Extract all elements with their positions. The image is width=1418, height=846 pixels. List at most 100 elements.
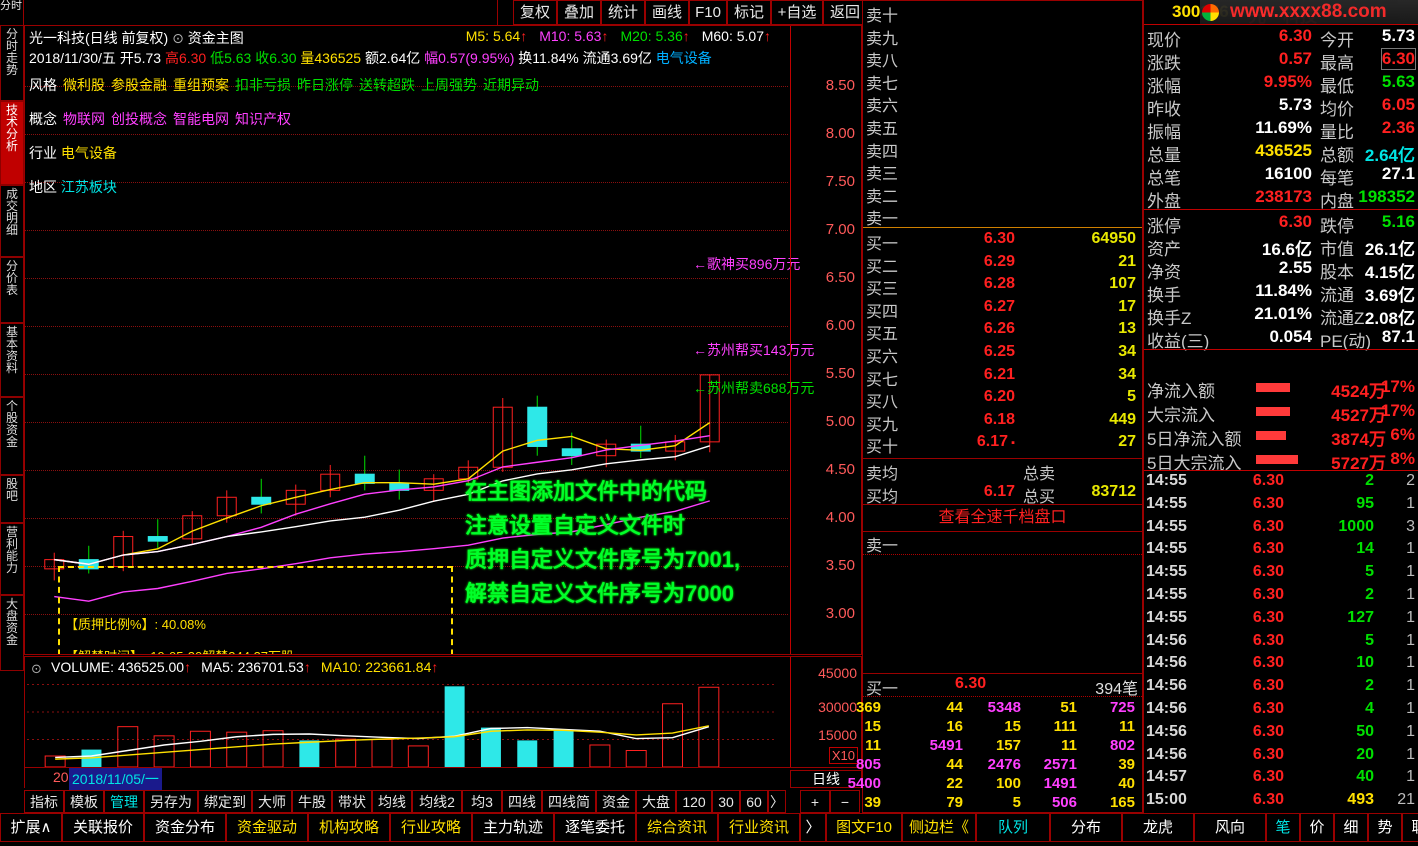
- nav-button-图文F10[interactable]: 图文F10: [826, 813, 902, 842]
- indicator-button-资金[interactable]: 资金: [596, 790, 636, 813]
- nav-button-队列[interactable]: 队列: [976, 813, 1050, 842]
- queue-label: 买一: [866, 681, 899, 698]
- quote-low: 低5.63: [210, 50, 256, 66]
- fundamental-row-资产: 资产 16.6亿 市值 26.1亿: [1144, 234, 1418, 259]
- indicator-button-均线2[interactable]: 均线2: [412, 790, 462, 813]
- indicator-button-绑定到[interactable]: 绑定到: [198, 790, 252, 813]
- tool-button-统计[interactable]: 统计: [601, 0, 645, 25]
- fund-val-4a: 21.01%: [1254, 304, 1312, 323]
- indicator-button-模板[interactable]: 模板: [64, 790, 104, 813]
- concept-tag-2[interactable]: 智能电网: [173, 111, 229, 127]
- sidebar-tab-2[interactable]: 成交明细: [0, 185, 24, 257]
- topbar-left-tab[interactable]: 分时: [0, 0, 22, 25]
- ma-arrow-icon-2: ↑: [682, 28, 690, 44]
- style-tag-2[interactable]: 重组预案: [173, 77, 229, 93]
- sidebar-tab-8[interactable]: 大盘资金: [0, 595, 24, 671]
- concept-tag-3[interactable]: 知识产权: [235, 111, 291, 127]
- tool-button-F10[interactable]: F10: [689, 0, 727, 25]
- indicator-button-30[interactable]: 30: [712, 790, 740, 813]
- tool-button-画线[interactable]: 画线: [645, 0, 689, 25]
- industry-value[interactable]: 电气设备: [61, 145, 117, 161]
- region-value[interactable]: 江苏板块: [61, 179, 117, 195]
- nav-button-风向[interactable]: 风向: [1194, 813, 1266, 842]
- concept-tag-1[interactable]: 创投概念: [111, 111, 167, 127]
- tick-time-3: 14:55: [1146, 540, 1187, 558]
- sidebar-tab-4[interactable]: 基本资料: [0, 323, 24, 397]
- nav-button-侧边栏《[interactable]: 侧边栏《: [902, 813, 976, 842]
- tool-button-复权[interactable]: 复权: [513, 0, 557, 25]
- nav-button-综合资讯[interactable]: 综合资讯: [636, 813, 718, 842]
- style-tag-0[interactable]: 微利股: [63, 77, 105, 93]
- quote-val-6a: 16100: [1264, 164, 1312, 183]
- sidebar-tab-3[interactable]: 分价表: [0, 257, 24, 323]
- sidebar-tab-1[interactable]: 技术分析: [0, 101, 24, 185]
- main-price-chart[interactable]: 光一科技(日线 前复权) ⊙ 资金主图 M5: 5.64↑ M10: 5.63↑ M…: [24, 25, 862, 655]
- indicator-button-大盘[interactable]: 大盘: [636, 790, 676, 813]
- flow-pct-1: 17%: [1380, 401, 1415, 420]
- style-tag-1[interactable]: 参股金融: [111, 77, 167, 93]
- style-tag-3[interactable]: 扣非亏损: [235, 77, 291, 93]
- indicator-button-四线简[interactable]: 四线简: [542, 790, 596, 813]
- nav-button-资金分布[interactable]: 资金分布: [144, 813, 226, 842]
- nav-button-关联报价[interactable]: 关联报价: [62, 813, 144, 842]
- nav-button-主力轨迹[interactable]: 主力轨迹: [472, 813, 554, 842]
- nav-button-价[interactable]: 价: [1300, 813, 1334, 842]
- tool-button-叠加[interactable]: 叠加: [557, 0, 601, 25]
- style-tag-7[interactable]: 近期异动: [483, 77, 539, 93]
- tick-trade-table: 14:55 6.30 2 2 14:55 6.30 95 1 14:55 6.30 …: [1144, 470, 1418, 813]
- tool-button-返回[interactable]: 返回: [823, 0, 867, 25]
- indicator-button-另存为[interactable]: 另存为: [144, 790, 198, 813]
- tool-button-+自选[interactable]: +自选: [771, 0, 823, 25]
- concept-tag-0[interactable]: 物联网: [63, 111, 105, 127]
- quote-row-涨跌: 涨跌 0.57 最高 6.30: [1144, 48, 1418, 73]
- money-flow-row-2: 5日净流入额 3874万 6%: [1144, 423, 1418, 449]
- indicator-button-指标[interactable]: 指标: [24, 790, 64, 813]
- sidebar-tab-6[interactable]: 股吧: [0, 475, 24, 523]
- nav-button-行业资讯[interactable]: 行业资讯: [718, 813, 800, 842]
- nav-button-机构攻略[interactable]: 机构攻略: [308, 813, 390, 842]
- style-tag-4[interactable]: 昨日涨停: [297, 77, 353, 93]
- nav-button-笔[interactable]: 笔: [1266, 813, 1300, 842]
- chart-concept-tags: 概念 物联网 创投概念 智能电网 知识产权: [29, 109, 291, 129]
- indicator-button-均线[interactable]: 均线: [372, 790, 412, 813]
- indicator-button-60[interactable]: 60: [740, 790, 768, 813]
- queue-order-count: 394笔: [1095, 681, 1138, 698]
- indicator-button-〉[interactable]: 〉: [768, 790, 786, 813]
- indicator-button-牛股[interactable]: 牛股: [292, 790, 332, 813]
- nav-button-逐笔委托[interactable]: 逐笔委托: [554, 813, 636, 842]
- chart-title-dropdown-icon[interactable]: ⊙: [172, 30, 188, 46]
- full-depth-link[interactable]: 查看全速千档盘口: [863, 505, 1142, 532]
- sidebar-tab-5[interactable]: 个股资金: [0, 397, 24, 475]
- indicator-button-120[interactable]: 120: [676, 790, 712, 813]
- price-tick-4.50: 4.50: [825, 461, 855, 478]
- queue-price: 6.30: [955, 675, 987, 692]
- nav-button-分布[interactable]: 分布: [1050, 813, 1122, 842]
- nav-button-扩展∧[interactable]: 扩展∧: [0, 813, 62, 842]
- sell-order-row-3: 卖七: [863, 69, 1142, 93]
- price-tick-8.00: 8.00: [825, 125, 855, 142]
- nav-button-细[interactable]: 细: [1334, 813, 1368, 842]
- sidebar-tab-0[interactable]: 分时走势: [0, 25, 24, 101]
- nav-button-联[interactable]: 联: [1402, 813, 1418, 842]
- style-tag-5[interactable]: 送转超跌: [359, 77, 415, 93]
- nav-button-龙虎[interactable]: 龙虎: [1122, 813, 1194, 842]
- volume-chart[interactable]: ⊙ VOLUME: 436525.00↑ MA5: 236701.53↑ MA10:…: [24, 656, 862, 768]
- indicator-button-四线[interactable]: 四线: [502, 790, 542, 813]
- sidebar-tab-7[interactable]: 营利能力: [0, 523, 24, 595]
- indicator-button-带状[interactable]: 带状: [332, 790, 372, 813]
- style-tag-6[interactable]: 上周强势: [421, 77, 477, 93]
- indicator-button-均3[interactable]: 均3: [462, 790, 502, 813]
- chart-title: 光一科技(日线 前复权): [29, 30, 169, 46]
- left-sidebar-tabs: 分时走势 技术分析 成交明细 分价表 基本资料 个股资金 股吧 营利能力 大盘资金: [0, 25, 24, 814]
- volume-collapse-icon[interactable]: ⊙: [31, 661, 42, 677]
- indicator-button-大师[interactable]: 大师: [252, 790, 292, 813]
- tool-button-标记[interactable]: 标记: [727, 0, 771, 25]
- nav-button-资金驱动[interactable]: 资金驱动: [226, 813, 308, 842]
- tick-price-10: 6.30: [1252, 700, 1284, 717]
- indicator-button-管理[interactable]: 管理: [104, 790, 144, 813]
- nav-button-行业攻略[interactable]: 行业攻略: [390, 813, 472, 842]
- buy-order-label-5: 买六: [866, 349, 899, 366]
- nav-button-〉[interactable]: 〉: [800, 813, 826, 842]
- chart-industry-row: 行业 电气设备: [29, 143, 117, 163]
- nav-button-势[interactable]: 势: [1368, 813, 1402, 842]
